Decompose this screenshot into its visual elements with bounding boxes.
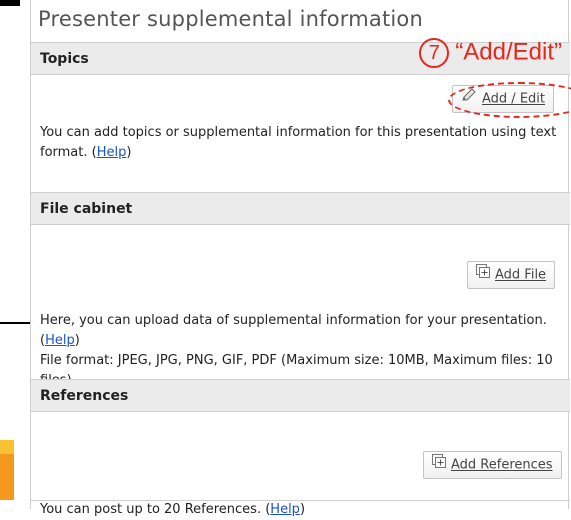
add-references-button[interactable]: Add References bbox=[423, 451, 562, 479]
supplemental-info-panel: Presenter supplemental information Topic… bbox=[30, 0, 571, 517]
add-box-icon bbox=[432, 452, 446, 478]
file-cabinet-help-link[interactable]: Help bbox=[45, 333, 75, 348]
step-annotation-label: “Add/Edit” bbox=[455, 38, 562, 66]
file-cabinet-header: File cabinet bbox=[31, 193, 570, 225]
background-rule-top bbox=[0, 0, 20, 6]
topics-help-link[interactable]: Help bbox=[97, 145, 127, 160]
references-help-link[interactable]: Help bbox=[270, 502, 300, 517]
references-header: References bbox=[31, 380, 570, 412]
step-annotation: 7 “Add/Edit” bbox=[419, 38, 562, 68]
background-accent-orange bbox=[0, 454, 14, 500]
add-file-label: Add File bbox=[495, 267, 547, 283]
step-number-badge: 7 bbox=[419, 38, 450, 68]
add-box-icon bbox=[476, 262, 490, 288]
add-references-label: Add References bbox=[451, 457, 553, 473]
page-title: Presenter supplemental information bbox=[38, 7, 423, 31]
references-section: References Add References You can post u… bbox=[31, 379, 570, 517]
references-description: You can post up to 20 References. (Help) bbox=[40, 502, 306, 517]
file-cabinet-section: File cabinet Add File Here, you can uplo… bbox=[31, 192, 570, 388]
topics-description: You can add topics or supplemental infor… bbox=[40, 125, 557, 160]
background-accent-yellow bbox=[0, 440, 14, 454]
add-file-button[interactable]: Add File bbox=[467, 261, 556, 289]
background-rule-middle bbox=[0, 322, 30, 324]
